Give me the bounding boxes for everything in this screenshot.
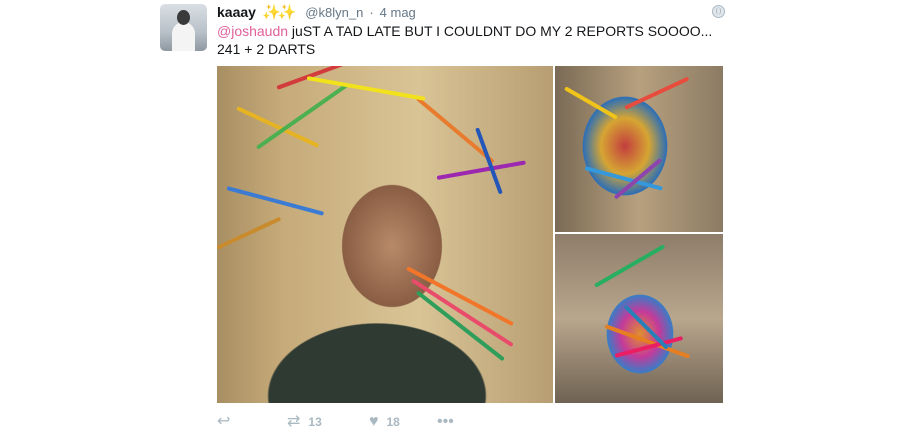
- tweet-header: kaaay ✨✨ @k8lyn_n · 4 mag: [217, 3, 416, 21]
- decor-marker: [226, 186, 325, 216]
- tweet-actions: ↩ ⇄ 13 ♥ 18 •••: [217, 411, 467, 433]
- tweet-text: @joshaudn juST A TAD LATE BUT I COULDNT …: [217, 22, 727, 58]
- tweet-body-line1: juST A TAD LATE BUT I COULDNT DO MY 2 RE…: [288, 23, 713, 39]
- decor-marker: [594, 244, 666, 288]
- reply-icon: ↩: [217, 413, 231, 430]
- sparkles-emoji: ✨✨: [261, 4, 296, 21]
- tweet-timestamp[interactable]: 4 mag: [380, 5, 416, 20]
- retweet-icon: ⇄: [287, 413, 301, 430]
- decor-marker: [217, 216, 282, 250]
- avatar[interactable]: [160, 4, 207, 51]
- separator-dot: ·: [369, 5, 374, 20]
- avatar-robe: [172, 22, 195, 51]
- mention-link[interactable]: @joshaudn: [217, 23, 288, 39]
- photo-top-right[interactable]: [555, 66, 723, 232]
- decor-marker: [475, 127, 503, 195]
- like-button[interactable]: ♥ 18: [369, 411, 437, 433]
- globe-icon: [712, 5, 725, 18]
- more-button[interactable]: •••: [437, 411, 467, 433]
- decor-marker: [415, 96, 495, 164]
- author-handle[interactable]: @k8lyn_n: [305, 5, 363, 20]
- photo-main[interactable]: [217, 66, 553, 403]
- decor-marker: [564, 86, 618, 120]
- decor-marker: [624, 76, 690, 110]
- avatar-head: [177, 10, 190, 25]
- media-grid: [217, 66, 723, 403]
- reply-button[interactable]: ↩: [217, 411, 287, 433]
- author-name[interactable]: kaaay: [217, 4, 256, 20]
- tweet-body-line2: 241 + 2 DARTS: [217, 41, 316, 57]
- heart-icon: ♥: [369, 413, 379, 430]
- retweet-button[interactable]: ⇄ 13: [287, 411, 369, 433]
- like-count: 18: [386, 415, 400, 429]
- decor-marker: [410, 278, 514, 348]
- decor-marker: [415, 290, 505, 362]
- more-icon: •••: [437, 413, 454, 430]
- retweet-count: 13: [308, 415, 322, 429]
- tweet: kaaay ✨✨ @k8lyn_n · 4 mag @joshaudn juST…: [0, 0, 903, 433]
- decor-marker: [436, 160, 526, 180]
- photo-bottom-right[interactable]: [555, 234, 723, 403]
